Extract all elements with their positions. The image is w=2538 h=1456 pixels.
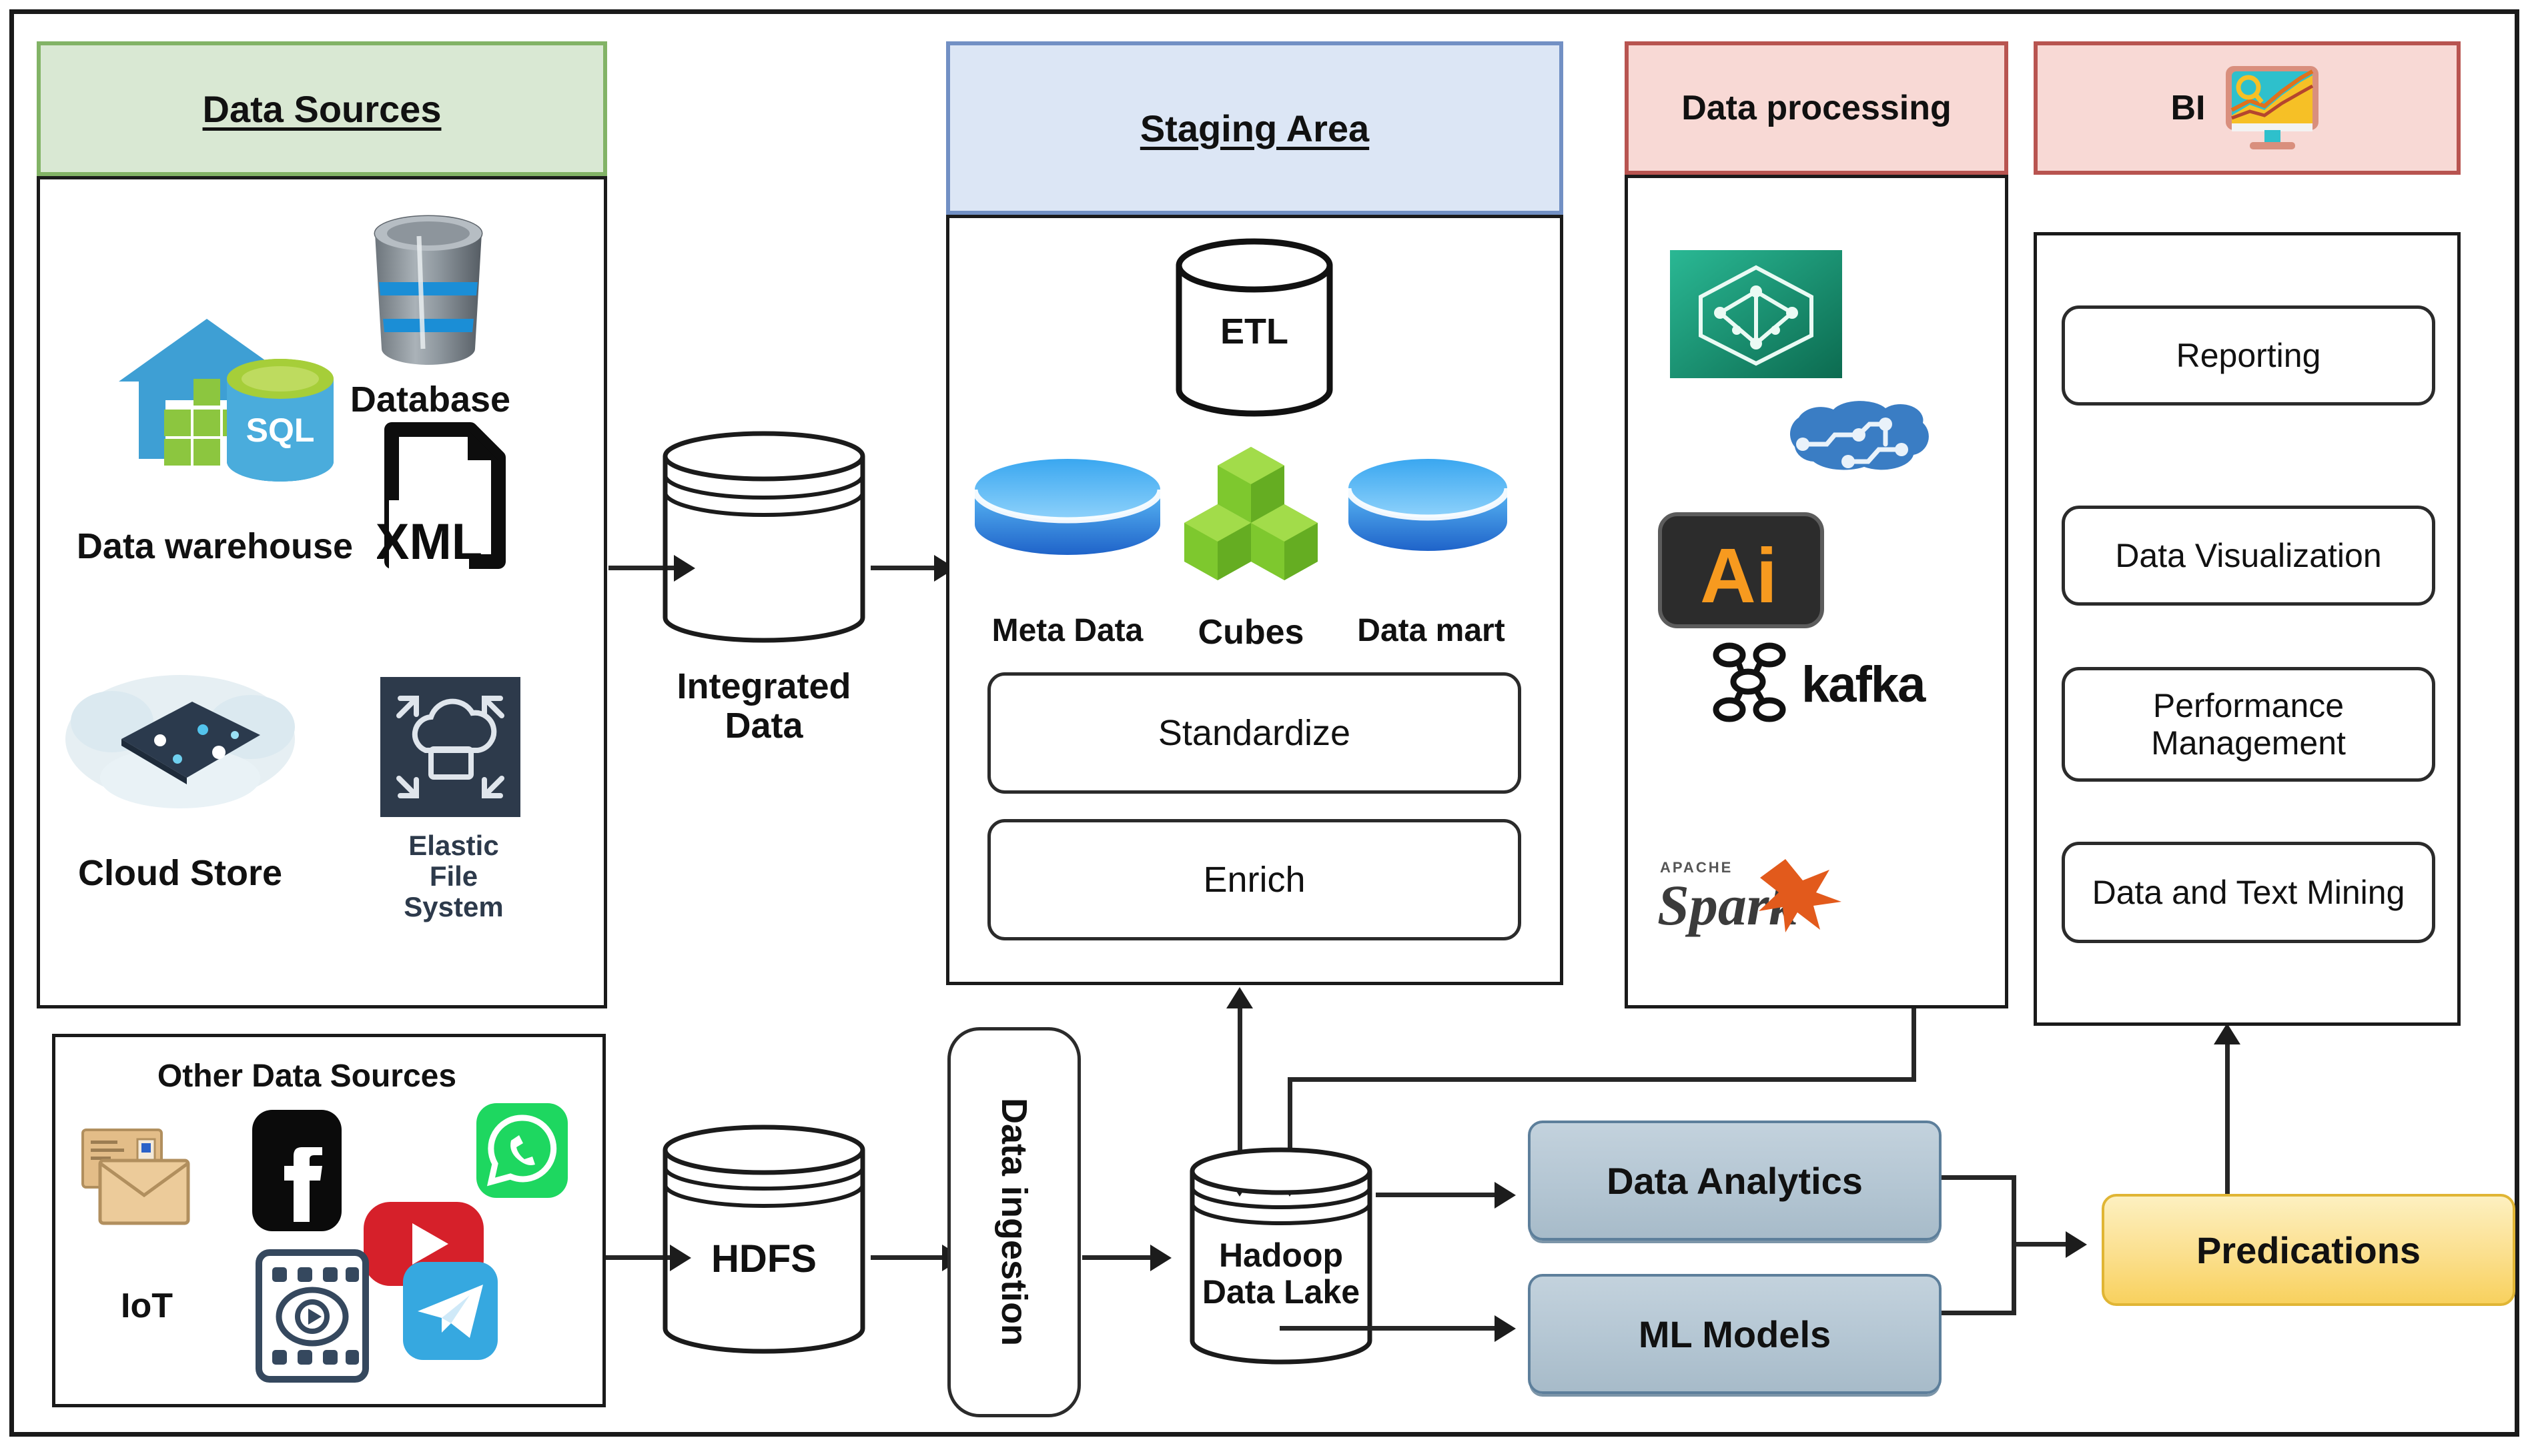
adobe-illustrator-ai-icon: Ai <box>1656 510 1826 630</box>
data-processing-header: Data processing <box>1625 41 2008 175</box>
data-ingestion-pill[interactable]: Data ingestion <box>947 1027 1081 1417</box>
elastic-file-system-icon <box>380 677 520 817</box>
etl-label: ETL <box>1220 311 1288 351</box>
arrowhead-lake-to-analytics <box>1495 1182 1516 1209</box>
bi-item-data-text-mining[interactable]: Data and Text Mining <box>2062 842 2435 943</box>
bracket-ml-out <box>1942 1311 2016 1315</box>
spark-icon: APACHE Spark <box>1655 854 1848 940</box>
arrowhead-lake-to-ml <box>1495 1315 1516 1342</box>
data-sources-header: Data Sources <box>37 41 607 176</box>
bi-reporting-label: Reporting <box>2176 337 2321 374</box>
arrowhead-predications-to-bi <box>2214 1023 2240 1044</box>
integrated-data-cylinder <box>657 427 871 647</box>
xml-file-icon: XML <box>377 420 510 574</box>
standardize-box[interactable]: Standardize <box>987 672 1521 794</box>
predications-to-bi-line <box>2225 1040 2230 1214</box>
predications-box[interactable]: Predications <box>2102 1194 2515 1306</box>
telegram-icon <box>400 1259 500 1363</box>
ai-brain-circuit-icon <box>1768 400 1945 484</box>
video-media-icon <box>252 1247 372 1384</box>
database-label: Database <box>350 380 511 420</box>
bi-header: BI <box>2034 41 2461 175</box>
data-mart-label: Data mart <box>1357 613 1505 648</box>
database-stack-icon <box>368 212 488 369</box>
elastic-file-system-label: Elastic File System <box>404 830 504 923</box>
cloud-store-label: Cloud Store <box>78 853 282 893</box>
bi-item-data-visualization[interactable]: Data Visualization <box>2062 506 2435 606</box>
ml-models-box[interactable]: ML Models <box>1528 1274 1942 1394</box>
integrated-data-label: Integrated Data <box>677 666 851 746</box>
staging-area-title: Staging Area <box>1140 107 1370 149</box>
neural-network-hex-icon <box>1670 250 1842 378</box>
bi-title: BI <box>2170 89 2206 127</box>
bi-monitor-chart-icon <box>2220 63 2324 153</box>
whatsapp-icon <box>474 1101 570 1201</box>
enrich-label: Enrich <box>1203 859 1306 900</box>
cloud-store-icon <box>60 660 300 814</box>
bi-data-text-mining-label: Data and Text Mining <box>2092 874 2405 911</box>
cubes-label: Cubes <box>1198 613 1304 652</box>
diagram-canvas: Data Sources Database SQL Data warehouse… <box>0 0 2538 1456</box>
standardize-label: Standardize <box>1158 712 1351 753</box>
data-warehouse-label: Data warehouse <box>76 526 354 566</box>
meta-data-label: Meta Data <box>991 613 1144 648</box>
data-processing-title: Data processing <box>1681 89 1952 127</box>
hdfs-label: HDFS <box>711 1237 817 1281</box>
dataproc-down-line <box>1912 1008 1916 1082</box>
staging-area-header: Staging Area <box>946 41 1563 215</box>
data-ingestion-label: Data ingestion <box>994 1098 1034 1347</box>
svg-text:XML: XML <box>377 514 482 570</box>
hadoop-data-lake-label: Hadoop Data Lake <box>1202 1237 1360 1311</box>
other-data-sources-header: Other Data Sources <box>157 1058 457 1094</box>
enrich-box[interactable]: Enrich <box>987 819 1521 940</box>
arrow-lake-to-analytics <box>1376 1193 1503 1197</box>
bi-item-performance-management[interactable]: Performance Management <box>2062 667 2435 782</box>
data-sources-title: Data Sources <box>202 87 442 130</box>
meta-data-disk-icon <box>971 455 1164 562</box>
ml-models-label: ML Models <box>1638 1313 1831 1355</box>
data-analytics-label: Data Analytics <box>1607 1159 1863 1202</box>
svg-text:SQL: SQL <box>246 412 315 449</box>
bracket-analytics-out <box>1942 1175 2016 1180</box>
arrowhead-to-predications <box>2066 1231 2087 1258</box>
arrow-lake-to-ml <box>1280 1326 1503 1331</box>
kafka-label: kafka <box>1801 656 1926 713</box>
kafka-icon <box>1708 640 1795 727</box>
bracket-to-predications <box>2012 1242 2073 1247</box>
arrow-integrated-to-staging <box>871 566 943 570</box>
bi-item-reporting[interactable]: Reporting <box>2062 305 2435 406</box>
bi-data-visualization-label: Data Visualization <box>2115 537 2382 574</box>
sql-database-icon: SQL <box>220 355 340 488</box>
iot-label: IoT <box>121 1287 173 1325</box>
email-envelope-icon <box>79 1126 192 1226</box>
dataproc-to-lake-horizontal <box>1288 1077 1916 1082</box>
data-analytics-box[interactable]: Data Analytics <box>1528 1121 1942 1241</box>
arrow-ingestion-to-lake <box>1082 1255 1159 1260</box>
cubes-icon <box>1174 440 1328 580</box>
svg-text:Ai: Ai <box>1700 532 1777 619</box>
bi-performance-management-label: Performance Management <box>2151 687 2346 762</box>
arrow-hdfs-to-ingestion <box>871 1255 951 1260</box>
predications-label: Predications <box>2196 1229 2421 1271</box>
arrowhead-lake-to-staging <box>1226 987 1253 1008</box>
data-mart-disk-icon <box>1344 455 1511 558</box>
facebook-icon <box>247 1107 347 1234</box>
